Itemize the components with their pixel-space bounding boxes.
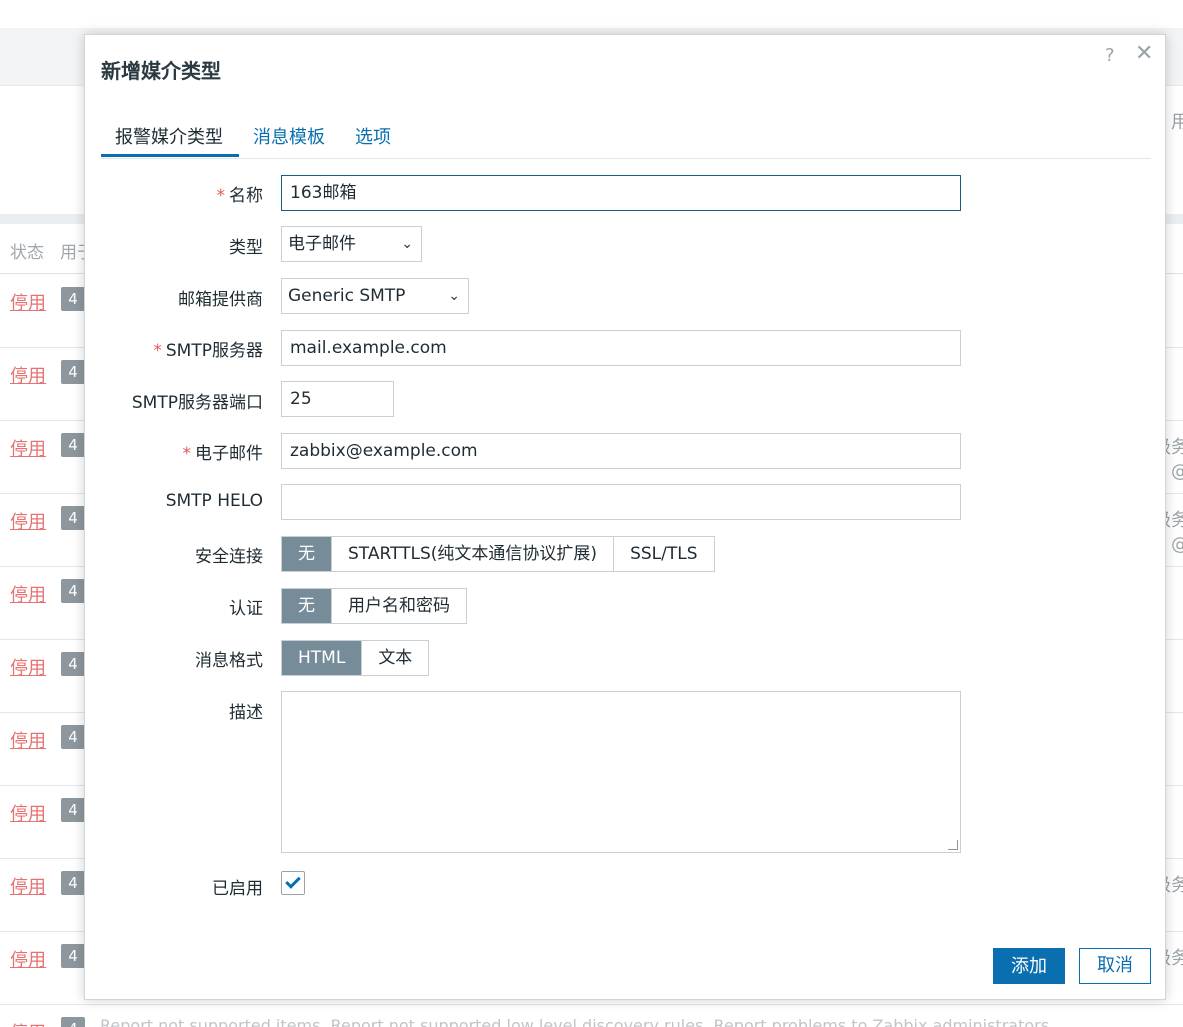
smtp-server-input[interactable]: mail.example.com xyxy=(281,330,961,366)
status-link[interactable]: 停用 xyxy=(10,1019,46,1027)
count-badge: 4 xyxy=(61,433,85,457)
status-link[interactable]: 停用 xyxy=(10,727,46,753)
count-badge: 4 xyxy=(61,725,85,749)
description-label: 描述 xyxy=(229,703,263,723)
auth-password-option[interactable]: 用户名和密码 xyxy=(332,589,466,623)
type-label: 类型 xyxy=(229,238,263,258)
bg-right-fragment: @ xyxy=(1171,461,1183,482)
bg-col-status[interactable]: 状态 xyxy=(10,238,44,263)
format-segmented: HTML 文本 xyxy=(281,640,430,676)
bg-right-fragment: 用 xyxy=(1171,112,1183,133)
tab-options[interactable]: 选项 xyxy=(355,123,391,149)
provider-label: 邮箱提供商 xyxy=(178,290,263,310)
required-mark: * xyxy=(182,444,192,464)
smtp-port-label: SMTP服务器端口 xyxy=(131,393,263,413)
name-label: * 名称 xyxy=(216,186,264,206)
status-link[interactable]: 停用 xyxy=(10,508,46,534)
smtp-port-input[interactable]: 25 xyxy=(281,381,394,417)
format-text-option[interactable]: 文本 xyxy=(362,641,429,675)
email-input[interactable]: zabbix@example.com xyxy=(281,433,961,469)
status-link[interactable]: 停用 xyxy=(10,654,46,680)
email-label: * 电子邮件 xyxy=(182,444,264,464)
security-none-option[interactable]: 无 xyxy=(282,537,332,571)
status-link[interactable]: 停用 xyxy=(10,873,46,899)
count-badge: 4 xyxy=(61,652,85,676)
auth-label: 认证 xyxy=(229,599,263,619)
add-button[interactable]: 添加 xyxy=(993,948,1065,984)
status-link[interactable]: 停用 xyxy=(10,435,46,461)
security-label: 安全连接 xyxy=(195,547,263,567)
dialog-title: 新增媒介类型 xyxy=(101,59,221,83)
smtp-server-label: * SMTP服务器 xyxy=(153,341,263,361)
count-badge: 4 xyxy=(61,798,85,822)
new-media-type-dialog: 新增媒介类型 ? ✕ 报警媒介类型 消息模板 选项 * 名称 163邮箱 类型 电… xyxy=(84,34,1166,1000)
help-icon[interactable]: ? xyxy=(1105,45,1115,66)
smtp-helo-input[interactable] xyxy=(281,484,961,520)
status-link[interactable]: 停用 xyxy=(10,362,46,388)
security-ssl-option[interactable]: SSL/TLS xyxy=(614,537,714,571)
status-link[interactable]: 停用 xyxy=(10,581,46,607)
checkmark-icon xyxy=(285,873,301,889)
format-label: 消息格式 xyxy=(195,651,263,671)
count-badge: 4 xyxy=(61,360,85,384)
tab-media-type[interactable]: 报警媒介类型 xyxy=(115,123,223,149)
auth-segmented: 无 用户名和密码 xyxy=(281,588,467,624)
count-badge: 4 xyxy=(61,871,85,895)
bg-description-text: Report not supported items. Report not s… xyxy=(100,1016,1050,1027)
resize-handle-icon[interactable] xyxy=(948,840,958,850)
required-mark: * xyxy=(216,186,226,206)
required-mark: * xyxy=(153,341,162,361)
status-link[interactable]: 停用 xyxy=(10,946,46,972)
status-link[interactable]: 停用 xyxy=(10,800,46,826)
cancel-button[interactable]: 取消 xyxy=(1079,948,1151,984)
provider-select[interactable]: Generic SMTP ⌄ xyxy=(281,278,469,314)
active-tab-indicator xyxy=(101,154,239,157)
count-badge: 4 xyxy=(61,944,85,968)
chevron-down-icon: ⌄ xyxy=(401,236,413,252)
tab-bar: 报警媒介类型 消息模板 选项 xyxy=(101,119,1151,159)
enabled-label: 已启用 xyxy=(212,879,263,899)
type-select[interactable]: 电子邮件 ⌄ xyxy=(281,226,422,262)
tab-message-templates[interactable]: 消息模板 xyxy=(253,123,325,149)
format-html-option[interactable]: HTML xyxy=(282,641,363,675)
close-icon[interactable]: ✕ xyxy=(1135,43,1153,65)
description-textarea[interactable] xyxy=(281,691,961,853)
bg-right-fragment: @ xyxy=(1171,534,1183,555)
count-badge: 4 xyxy=(61,506,85,530)
enabled-checkbox[interactable] xyxy=(281,871,305,895)
smtp-helo-label: SMTP HELO xyxy=(165,491,263,511)
count-badge: 4 xyxy=(61,1017,85,1027)
count-badge: 4 xyxy=(61,287,85,311)
status-link[interactable]: 停用 xyxy=(10,289,46,315)
count-badge: 4 xyxy=(61,579,85,603)
chevron-down-icon: ⌄ xyxy=(448,288,460,304)
auth-none-option[interactable]: 无 xyxy=(282,589,332,623)
security-segmented: 无 STARTTLS(纯文本通信协议扩展) SSL/TLS xyxy=(281,536,715,572)
name-input[interactable]: 163邮箱 xyxy=(281,175,961,211)
security-starttls-option[interactable]: STARTTLS(纯文本通信协议扩展) xyxy=(332,537,615,571)
